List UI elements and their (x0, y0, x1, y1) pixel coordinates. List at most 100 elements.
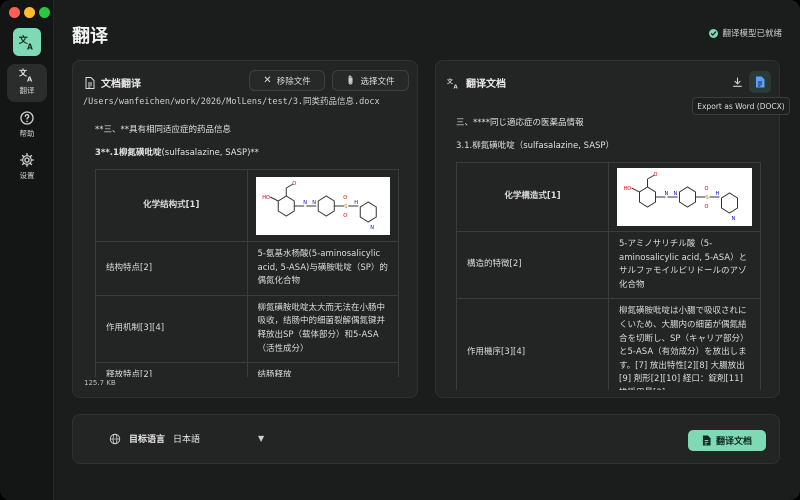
source-panel-title: 文档翻译 (101, 79, 141, 90)
translate-button-label: 翻译文档 (715, 437, 752, 447)
svg-text:N: N (665, 191, 669, 197)
table-row: 構造的特徴[2] 5-アミノサリチル酸（5-aminosalicylic aci… (456, 230, 761, 300)
doc-heading: **三、**具有相同适应症的药品信息 (95, 125, 232, 135)
table-cell-key: 化学结构式[1] (95, 169, 248, 242)
chemical-structure-image: HOO NN SOO HN (617, 168, 752, 226)
language-value: 日本語 (173, 435, 201, 445)
gear-icon (20, 153, 34, 167)
translate-icon: 文 A (447, 77, 459, 89)
doc-heading: 三、****同じ適応症の医薬品情報 (456, 118, 584, 128)
target-panel-header: 文 A 翻译文档 (447, 75, 506, 90)
document-icon (85, 76, 95, 89)
sidebar-item-translate[interactable]: 文 A 翻译 (7, 64, 47, 102)
table-row: 作用機序[3][4] 柳氮磺胺吡啶は小腸で吸収されにくいため、大腸内の細菌が偶氮… (456, 298, 761, 390)
source-panel-header: 文档翻译 (84, 75, 141, 90)
translate-icon: 文 A (19, 68, 33, 83)
select-file-button[interactable]: 选择文件 (332, 70, 409, 91)
svg-text:O: O (705, 186, 709, 192)
check-circle-icon (709, 28, 719, 38)
svg-text:N: N (312, 200, 316, 206)
table-row: 作用机制[3][4] 柳氮磺胺吡啶太大而无法在小肠中吸收，结肠中的细菌裂解偶氮键… (95, 294, 399, 364)
svg-text:S: S (344, 204, 347, 210)
svg-text:O: O (705, 204, 709, 210)
source-table: 化学结构式[1] HO O N N S O O H N 结构特点[2] 5-氨基… (95, 169, 399, 377)
download-icon (732, 77, 742, 87)
svg-text:A: A (27, 76, 33, 83)
status-text: 翻译模型已就绪 (722, 29, 782, 39)
sidebar-item-label: 帮助 (19, 129, 35, 138)
download-button[interactable] (726, 71, 748, 93)
target-panel-title: 翻译文档 (466, 79, 506, 90)
table-row: 结构特点[2] 5-氨基水杨酸(5-aminosalicylic acid, 5… (95, 241, 399, 296)
table-cell-structure: HO O NN SOO HN (608, 162, 761, 232)
table-cell-key: 作用機序[3][4] (456, 298, 609, 390)
svg-text:N: N (370, 225, 374, 231)
close-icon: ✕ (263, 75, 272, 86)
source-document-panel: 文档翻译 ✕ 移除文件 选择文件 /Users/wanfeichen/work/… (72, 60, 418, 398)
svg-text:O: O (343, 195, 347, 201)
svg-text:O: O (292, 181, 296, 187)
export-docx-button[interactable] (749, 71, 771, 93)
target-language-selector[interactable]: 目标语言 日本語 ▼ (109, 432, 264, 445)
model-status: 翻译模型已就绪 (709, 27, 782, 39)
paperclip-icon (349, 75, 353, 85)
table-cell-value: 柳氮磺胺吡啶は小腸で吸収されにくいため、大腸内の細菌が偶氮結合を切断し、SP（キ… (608, 298, 761, 390)
chevron-down-icon: ▼ (258, 434, 265, 443)
svg-text:N: N (303, 200, 307, 206)
translate-document-button[interactable]: 翻译文档 (688, 430, 766, 451)
svg-text:HO: HO (262, 195, 270, 201)
svg-text:A: A (27, 43, 33, 52)
table-cell-value: 柳氮磺胺吡啶太大而无法在小肠中吸收，结肠中的细菌裂解偶氮键并释放出SP（载体部分… (246, 294, 399, 364)
doc-subheading: 3.1.柳氮磺吡啶（sulfasalazine, SASP） (456, 141, 615, 151)
doc-subheading-rest: (sulfasalazine, SASP)** (161, 148, 259, 158)
export-tooltip: Export as Word (DOCX) (692, 97, 790, 115)
svg-text:S: S (706, 195, 709, 201)
doc-subheading-bold: 3**.1柳氮磺吡啶 (95, 148, 162, 158)
table-cell-key: 構造的特徴[2] (456, 230, 609, 300)
app-window: 文 A 文 A 翻译 帮助 设置 翻译 翻译模型已就绪 文档翻译 ✕ 移除文件 … (0, 0, 800, 500)
page-title: 翻译 (72, 26, 108, 47)
close-window-button[interactable] (9, 7, 20, 18)
file-path: /Users/wanfeichen/work/2026/MolLens/test… (83, 97, 380, 107)
help-icon (20, 111, 34, 125)
svg-text:N: N (674, 191, 678, 197)
svg-text:文: 文 (447, 77, 453, 85)
word-document-icon (756, 76, 765, 88)
minimize-window-button[interactable] (24, 7, 35, 18)
svg-text:H: H (716, 191, 720, 197)
source-document-preview[interactable]: **三、**具有相同适应症的药品信息 3**.1柳氮磺吡啶(sulfasalaz… (95, 123, 399, 377)
svg-text:A: A (454, 84, 459, 89)
table-cell-value: 5-アミノサリチル酸（5-aminosalicylic acid, 5-ASA）… (608, 230, 761, 300)
table-cell-value: 5-氨基水杨酸(5-aminosalicylic acid, 5-ASA)与磺胺… (246, 241, 399, 296)
select-file-label: 选择文件 (360, 76, 395, 87)
translated-document-preview[interactable]: 三、****同じ適応症の医薬品情報 3.1.柳氮磺吡啶（sulfasalazin… (456, 116, 761, 390)
svg-text:H: H (354, 200, 358, 206)
table-row: 释放特点[2] 结肠释放 (95, 362, 399, 377)
language-label: 目标语言 (129, 435, 166, 445)
bottom-bar: 目标语言 日本語 ▼ 翻译文档 (72, 414, 780, 464)
globe-icon (109, 433, 121, 444)
sidebar-item-label: 翻译 (19, 86, 35, 95)
app-logo: 文 A (13, 28, 41, 56)
sidebar-item-label: 设置 (19, 171, 35, 180)
svg-text:HO: HO (624, 186, 632, 192)
remove-file-button[interactable]: ✕ 移除文件 (249, 70, 325, 91)
translate-icon: 文 A (18, 34, 33, 52)
table-cell-structure: HO O NN SOO HN (246, 169, 399, 242)
remove-file-label: 移除文件 (276, 76, 311, 87)
table-row: 化学構造式[1] HO O N N S O O H N (456, 162, 761, 232)
file-size: 125.7 KB (84, 379, 116, 387)
sidebar: 文 A 文 A 翻译 帮助 设置 (0, 0, 54, 500)
table-row: 化学结构式[1] HO O N N S O O H N (95, 169, 399, 242)
table-cell-value: 结肠释放 (246, 362, 399, 377)
doc-subheading: 3**.1柳氮磺吡啶(sulfasalazine, SASP)** (95, 146, 399, 158)
table-cell-key: 释放特点[2] (95, 362, 248, 377)
table-cell-key: 结构特点[2] (95, 241, 248, 296)
table-cell-key: 化学構造式[1] (456, 162, 609, 232)
svg-text:O: O (343, 213, 347, 219)
sidebar-item-help[interactable]: 帮助 (7, 107, 47, 145)
sidebar-item-settings[interactable]: 设置 (7, 149, 47, 187)
document-icon (702, 435, 711, 446)
svg-text:O: O (654, 172, 658, 178)
zoom-window-button[interactable] (39, 7, 50, 18)
